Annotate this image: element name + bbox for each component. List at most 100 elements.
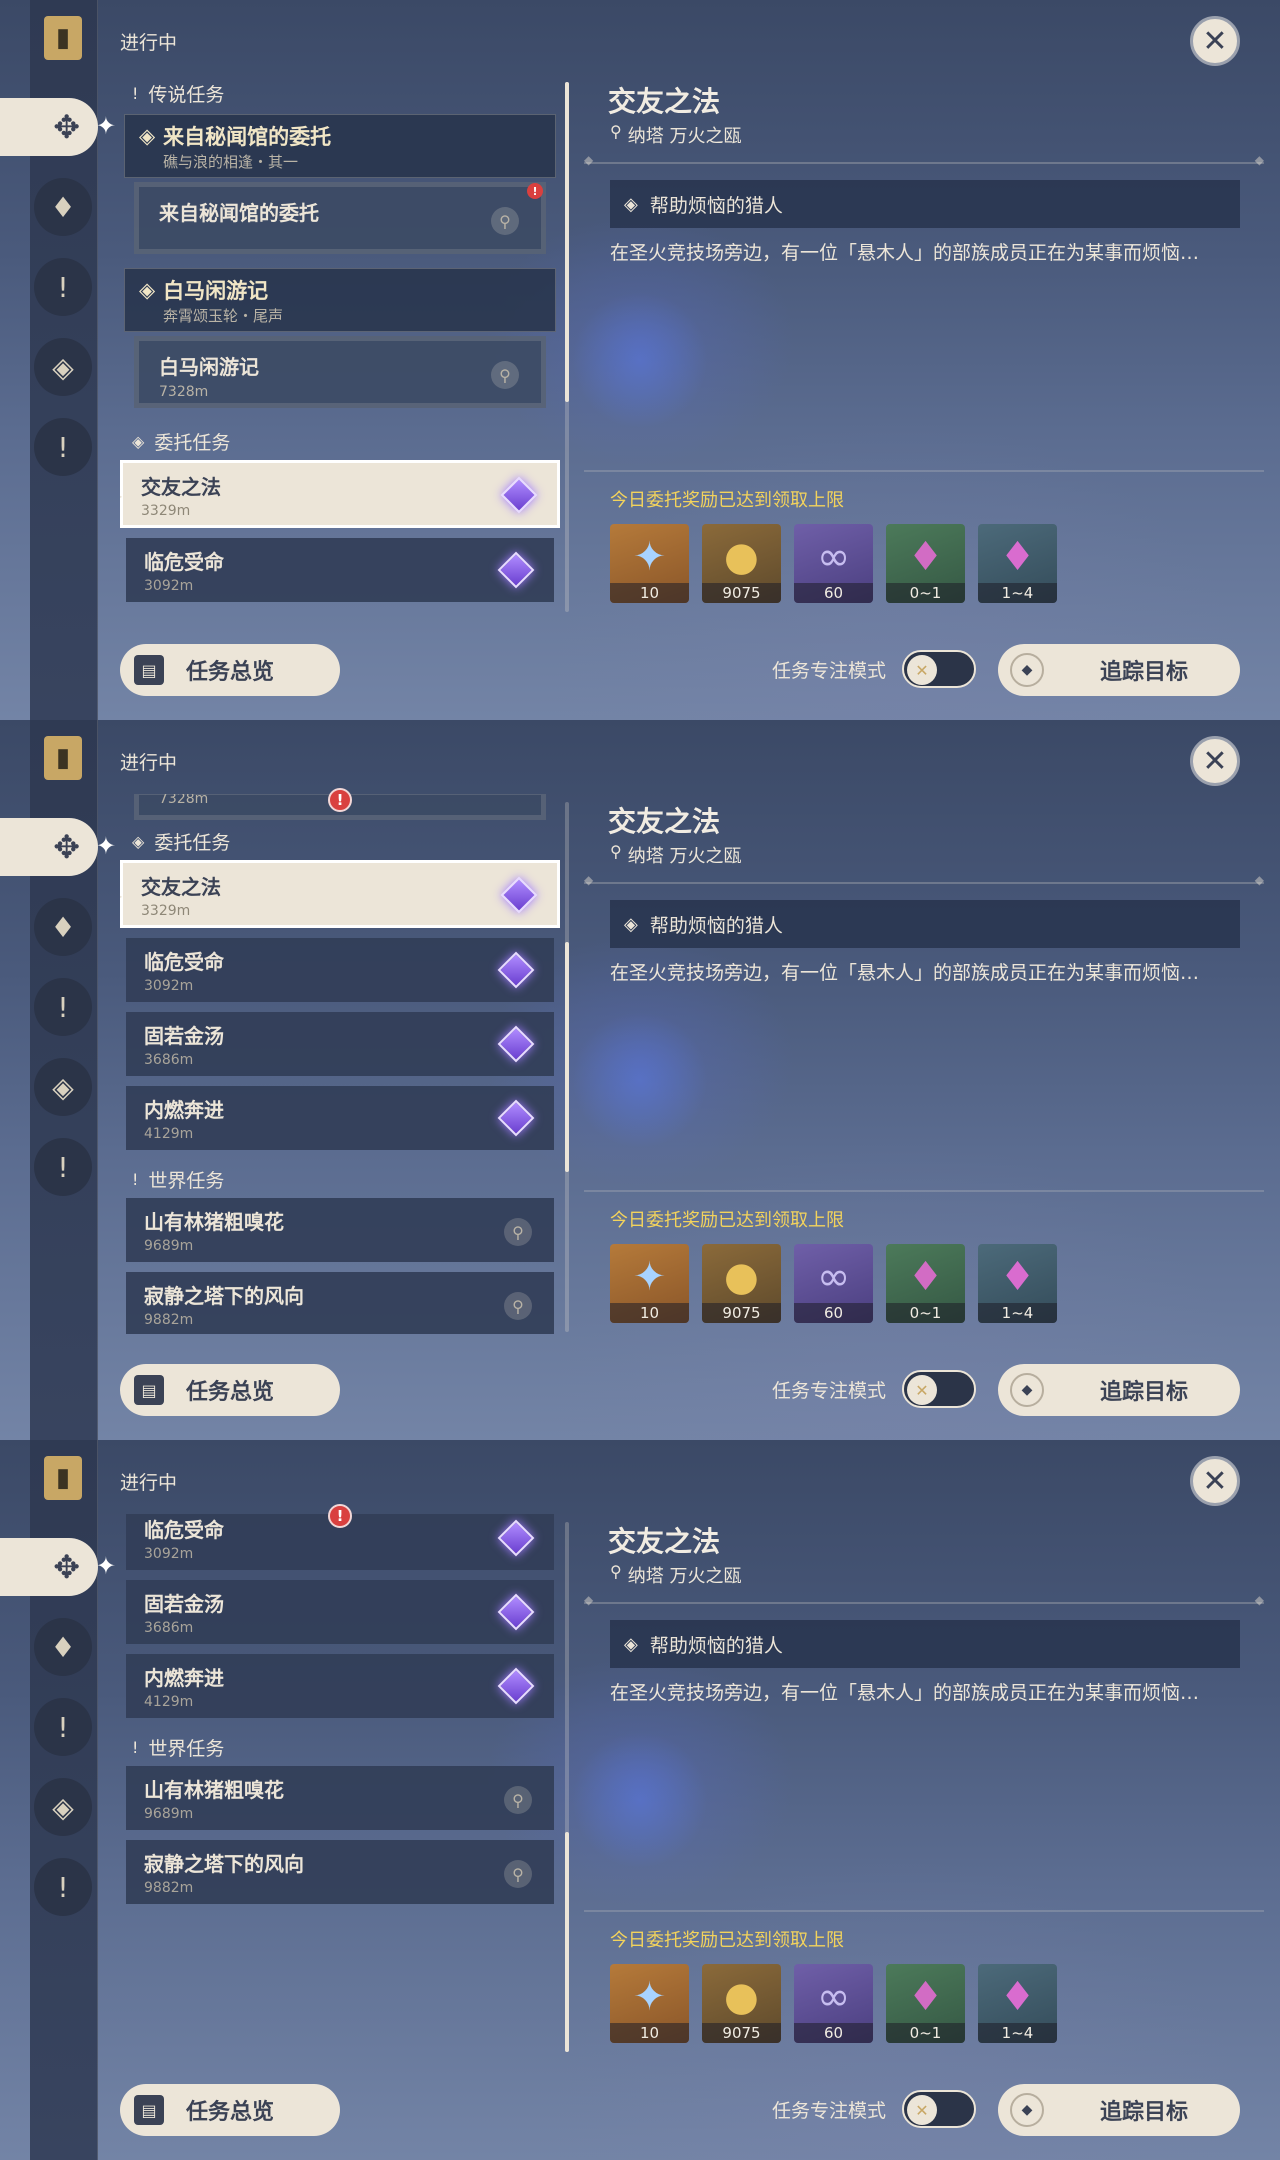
tab-legend-icon[interactable]: ! [34, 1698, 92, 1756]
mora-icon: ● [724, 1973, 759, 2020]
commission-item[interactable]: 内燃奔进 4129m [126, 1086, 554, 1150]
world-quest-item[interactable]: 寂静之塔下的风向 9882m ⚲ [126, 1840, 554, 1904]
reward-mora[interactable]: ● 9075 [702, 1244, 781, 1323]
reward-list: ✦ 10 ● 9075 ∞ 60 ♦ 0~1 ♦ 1~4 [610, 1964, 1057, 2043]
section-world: ! 世界任务 [132, 1169, 225, 1192]
reward-limit-label: 今日委托奖励已达到领取上限 [610, 1210, 844, 1231]
tab-event-icon[interactable]: ! [34, 418, 92, 476]
reward-crystal-chunk[interactable]: ♦ 1~4 [978, 1244, 1057, 1323]
focus-mode-toggle[interactable]: ✕ [902, 2090, 976, 2128]
reward-mora[interactable]: ● 9075 [702, 1964, 781, 2043]
track-target-button[interactable]: ◆ 追踪目标 [998, 644, 1240, 696]
legend-quest-item[interactable]: 白马闲游记 7328m ⚲ [134, 336, 546, 408]
reward-crystal[interactable]: ♦ 0~1 [886, 524, 965, 603]
commission-item[interactable]: 固若金汤 3686m [126, 1012, 554, 1076]
section-legend: ! 传说任务 [132, 83, 225, 106]
tab-legend-icon[interactable]: ! [34, 978, 92, 1036]
crystal-icon: ♦ [907, 533, 944, 580]
tab-story-icon[interactable]: ♦ [34, 1618, 92, 1676]
commission-item-selected[interactable]: ▶ 交友之法 3329m [120, 860, 560, 928]
tab-commission-selected[interactable]: ✥ ✦ [0, 1538, 116, 1596]
reward-primogem[interactable]: ✦ 10 [610, 1244, 689, 1323]
tab-event-icon[interactable]: ! [34, 1138, 92, 1196]
map-pin-icon[interactable]: ⚲ [504, 1786, 532, 1814]
scrollbar-thumb[interactable] [565, 82, 569, 402]
objective-diamond-icon: ◈ [624, 913, 638, 935]
alert-icon: ! [328, 788, 352, 812]
commission-item[interactable]: 固若金汤 3686m [126, 1580, 554, 1644]
commission-item[interactable]: 临危受命 3092m [126, 538, 554, 602]
tab-world-icon[interactable]: ◈ [34, 1778, 92, 1836]
legend-quest-header[interactable]: ◈ 白马闲游记 奔霄颂玉轮・尾声 [124, 268, 556, 332]
reward-crystal[interactable]: ♦ 0~1 [886, 1244, 965, 1323]
map-pin-icon[interactable]: ⚲ [491, 207, 519, 235]
legend-quest-header[interactable]: ◈ 来自秘闻馆的委托 礁与浪的相逢・其一 [124, 114, 556, 178]
location-pin-icon: ⚲ [610, 1562, 622, 1581]
quest-description: 在圣火竞技场旁边，有一位「悬木人」的部族成员正在为某事而烦恼… [610, 962, 1200, 984]
quest-description: 在圣火竞技场旁边，有一位「悬木人」的部族成员正在为某事而烦恼… [610, 1682, 1200, 1704]
close-button[interactable]: ✕ [1190, 16, 1240, 66]
quest-log-flag-icon: ▮ [44, 736, 82, 780]
tab-commission-selected[interactable]: ✥ ✦ [0, 818, 116, 876]
selection-arrow-icon: ▶ [120, 489, 122, 503]
location-pin-icon: ⚲ [610, 842, 622, 861]
scrollbar[interactable] [565, 802, 569, 1332]
quest-overview-button[interactable]: ▤ 任务总览 [120, 2084, 340, 2136]
world-quest-item[interactable]: 山有林猪粗嗅花 9689m ⚲ [126, 1766, 554, 1830]
quest-overview-button[interactable]: ▤ 任务总览 [120, 644, 340, 696]
track-target-button[interactable]: ◆ 追踪目标 [998, 1364, 1240, 1416]
focus-mode-toggle[interactable]: ✕ [902, 650, 976, 688]
crystal-icon: ♦ [907, 1253, 944, 1300]
tab-story-icon[interactable]: ♦ [34, 178, 92, 236]
commission-star-icon [499, 875, 539, 915]
tab-event-icon[interactable]: ! [34, 1858, 92, 1916]
world-quest-item[interactable]: 山有林猪粗嗅花 9689m ⚲ [126, 1198, 554, 1262]
quest-location: ⚲ 纳塔 万火之瓯 [610, 122, 742, 147]
commission-star-icon [496, 1098, 536, 1138]
companionship-icon: ∞ [816, 1973, 851, 2020]
reward-companionship[interactable]: ∞ 60 [794, 1244, 873, 1323]
tab-story-icon[interactable]: ♦ [34, 898, 92, 956]
legend-quest-item[interactable]: 来自秘闻馆的委托 ⚲ ! [134, 182, 546, 254]
scrollbar[interactable] [565, 1522, 569, 2052]
map-pin-icon[interactable]: ⚲ [504, 1860, 532, 1888]
quest-log-flag-icon: ▮ [44, 16, 82, 60]
reward-companionship[interactable]: ∞ 60 [794, 1964, 873, 2043]
scrollbar-thumb[interactable] [565, 942, 569, 1172]
reward-mora[interactable]: ● 9075 [702, 524, 781, 603]
reward-primogem[interactable]: ✦ 10 [610, 524, 689, 603]
commission-item-selected[interactable]: ▶ 交友之法 3329m [120, 460, 560, 528]
commission-item[interactable]: 内燃奔进 4129m [126, 1654, 554, 1718]
reward-limit-label: 今日委托奖励已达到领取上限 [610, 490, 844, 511]
section-commission: ◈ 委托任务 [132, 831, 231, 854]
sparkle-icon: ✦ [95, 112, 116, 140]
quest-description: 在圣火竞技场旁边，有一位「悬木人」的部族成员正在为某事而烦恼… [610, 242, 1200, 264]
close-button[interactable]: ✕ [1190, 736, 1240, 786]
world-quest-item[interactable]: 寂静之塔下的风向 9882m ⚲ [126, 1272, 554, 1334]
map-pin-icon[interactable]: ⚲ [504, 1292, 532, 1320]
quest-overview-button[interactable]: ▤ 任务总览 [120, 1364, 340, 1416]
focus-mode-toggle[interactable]: ✕ [902, 1370, 976, 1408]
quest-list: 临危受命 3092m 固若金汤 3686m 内燃奔进 4129m ! 世界任务 山… [120, 1514, 560, 2054]
reward-crystal-chunk[interactable]: ♦ 1~4 [978, 1964, 1057, 2043]
tab-legend-icon[interactable]: ! [34, 258, 92, 316]
tab-world-icon[interactable]: ◈ [34, 1058, 92, 1116]
divider [584, 1190, 1264, 1192]
selection-arrow-icon: ▶ [120, 889, 122, 903]
tab-commission-selected[interactable]: ✥ ✦ [0, 98, 116, 156]
reward-crystal[interactable]: ♦ 0~1 [886, 1964, 965, 2043]
track-target-button[interactable]: ◆ 追踪目标 [998, 2084, 1240, 2136]
scrollbar[interactable] [565, 82, 569, 612]
commission-item[interactable]: 临危受命 3092m [126, 938, 554, 1002]
reward-companionship[interactable]: ∞ 60 [794, 524, 873, 603]
map-pin-icon[interactable]: ⚲ [491, 361, 519, 389]
close-button[interactable]: ✕ [1190, 1456, 1240, 1506]
reward-primogem[interactable]: ✦ 10 [610, 1964, 689, 2043]
exclaim-icon: ! [132, 1169, 139, 1189]
tab-world-icon[interactable]: ◈ [34, 338, 92, 396]
reward-limit-label: 今日委托奖励已达到领取上限 [610, 1930, 844, 1951]
scrollbar-thumb[interactable] [565, 1832, 569, 2052]
commission-star-icon [496, 1518, 536, 1558]
map-pin-icon[interactable]: ⚲ [504, 1218, 532, 1246]
reward-crystal-chunk[interactable]: ♦ 1~4 [978, 524, 1057, 603]
